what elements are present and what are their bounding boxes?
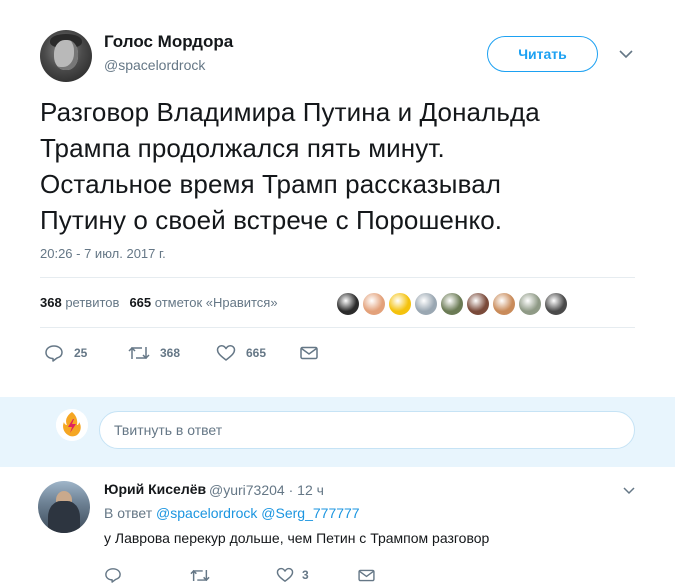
chevron-down-icon[interactable] bbox=[622, 486, 636, 496]
author-avatar[interactable] bbox=[40, 30, 92, 82]
heart-icon bbox=[216, 345, 236, 361]
author-handle[interactable]: @spacelordrock bbox=[104, 57, 205, 73]
retweet-count: 368 bbox=[160, 346, 181, 360]
reply-icon bbox=[105, 568, 121, 583]
divider bbox=[40, 327, 635, 328]
liker-avatar[interactable] bbox=[388, 292, 412, 316]
tweet-actions: 25 368 665 bbox=[44, 343, 318, 363]
liker-avatar[interactable] bbox=[518, 292, 542, 316]
tweet-text: Разговор Владимира Путина и Дональда Тра… bbox=[40, 94, 640, 238]
liker-avatar[interactable] bbox=[466, 292, 490, 316]
retweets-label: ретвитов bbox=[65, 295, 120, 310]
reply-count: 25 bbox=[74, 346, 88, 360]
divider bbox=[40, 277, 635, 278]
follow-button[interactable]: Читать bbox=[487, 36, 598, 72]
like-count: 665 bbox=[246, 346, 267, 360]
envelope-icon bbox=[358, 569, 375, 581]
likers-avatars bbox=[336, 292, 570, 316]
reply-text: у Лаврова перекур дольше, чем Петин с Тр… bbox=[104, 530, 490, 546]
tweet-text-line: Путину о своей встрече с Порошенко. bbox=[40, 205, 503, 235]
tweet-text-line: Остальное время Трамп рассказывал bbox=[40, 169, 502, 199]
avatar-face bbox=[54, 40, 78, 70]
reply-meta: @yuri73204 · 12 ч bbox=[209, 482, 324, 498]
retweets-count: 368 bbox=[40, 295, 62, 310]
avatar-body bbox=[48, 501, 80, 533]
envelope-icon bbox=[300, 346, 318, 360]
reply-action[interactable]: 25 bbox=[44, 344, 128, 362]
reply-input[interactable]: Твитнуть в ответ bbox=[99, 411, 635, 449]
main-tweet: Голос Мордора @spacelordrock Читать Разг… bbox=[0, 0, 675, 397]
reply-like-action[interactable]: 3 bbox=[276, 567, 358, 583]
mention-link[interactable]: @Serg_777777 bbox=[261, 505, 359, 521]
replying-to: В ответ @spacelordrock @Serg_777777 bbox=[104, 505, 360, 521]
author-name[interactable]: Голос Мордора bbox=[104, 32, 233, 52]
reply-author-handle[interactable]: @yuri73204 bbox=[209, 482, 285, 498]
like-action[interactable]: 665 bbox=[216, 344, 300, 362]
reply-like-count: 3 bbox=[302, 568, 309, 582]
mention-link[interactable]: @spacelordrock bbox=[156, 505, 257, 521]
likes-count: 665 bbox=[129, 295, 152, 310]
reply-author-avatar[interactable] bbox=[38, 481, 90, 533]
retweets-stat[interactable]: 368 ретвитов bbox=[40, 295, 119, 310]
reply-reply-action[interactable] bbox=[104, 567, 190, 583]
liker-avatar[interactable] bbox=[440, 292, 464, 316]
retweet-action[interactable]: 368 bbox=[128, 345, 216, 361]
user-avatar bbox=[56, 409, 88, 441]
heart-icon bbox=[276, 567, 294, 582]
liker-avatar[interactable] bbox=[414, 292, 438, 316]
chevron-down-icon[interactable] bbox=[618, 48, 634, 60]
reply-actions: 3 bbox=[104, 566, 375, 584]
reply-dm-action[interactable] bbox=[358, 569, 375, 582]
meta-separator: · bbox=[288, 482, 294, 498]
liker-avatar[interactable] bbox=[362, 292, 386, 316]
liker-avatar[interactable] bbox=[544, 292, 568, 316]
retweet-icon bbox=[128, 346, 150, 360]
likes-stat[interactable]: 665 отметок «Нравится» bbox=[129, 295, 277, 310]
dm-action[interactable] bbox=[300, 346, 318, 360]
likes-label: отметок «Нравится» bbox=[154, 295, 278, 310]
reply-icon bbox=[45, 345, 63, 362]
liker-avatar[interactable] bbox=[336, 292, 360, 316]
reply-author-name[interactable]: Юрий Киселёв bbox=[104, 481, 206, 497]
lightning-egg-icon bbox=[56, 409, 88, 441]
liker-avatar[interactable] bbox=[492, 292, 516, 316]
tweet-timestamp[interactable]: 20:26 - 7 июл. 2017 г. bbox=[40, 246, 166, 261]
tweet-text-line: Трампа продолжался пять минут. bbox=[40, 133, 445, 163]
replying-to-prefix: В ответ bbox=[104, 505, 153, 521]
tweet-text-line: Разговор Владимира Путина и Дональда bbox=[40, 97, 540, 127]
reply-time[interactable]: 12 ч bbox=[297, 482, 324, 498]
tweet-stats: 368 ретвитов 665 отметок «Нравится» bbox=[40, 295, 278, 310]
retweet-icon bbox=[190, 569, 210, 581]
reply-retweet-action[interactable] bbox=[190, 568, 276, 583]
